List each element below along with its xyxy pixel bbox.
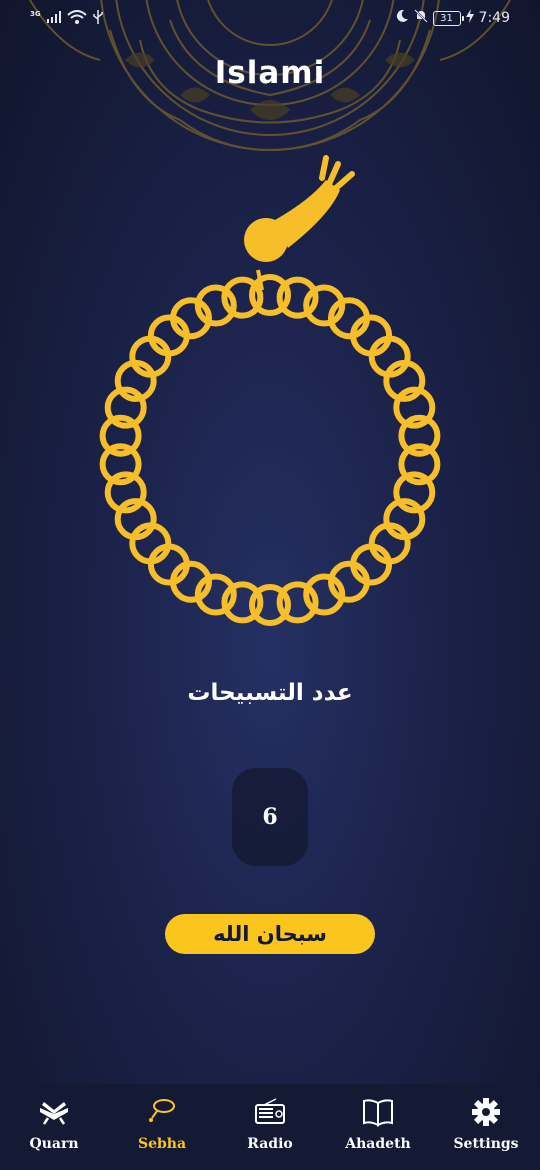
radio-icon (254, 1096, 286, 1128)
nav-label-sebha: Sebha (137, 1136, 187, 1152)
status-right-group: 31 7:49 (395, 9, 510, 27)
nav-label-ahadeth: Ahadeth (345, 1136, 411, 1152)
clock: 7:49 (478, 10, 510, 26)
nav-label-quran: Quarn (29, 1136, 79, 1152)
signal-icon (46, 11, 61, 27)
open-book-icon (362, 1096, 394, 1128)
network-type-label: 3G (30, 10, 41, 18)
nav-item-settings[interactable]: Settings (432, 1084, 540, 1170)
gear-icon (470, 1096, 502, 1128)
quran-book-icon (38, 1096, 70, 1128)
nav-item-radio[interactable]: Radio (216, 1084, 324, 1170)
tasbeeh-button[interactable]: سبحان الله (165, 914, 375, 954)
tasbeeh-count-label: عدد التسبيحات (187, 680, 353, 706)
status-left-group: 3G (30, 10, 103, 28)
bottom-nav: Quarn Sebha Radio Ahadeth Settings (0, 1084, 540, 1170)
charging-icon (465, 9, 474, 27)
nav-label-radio: Radio (247, 1136, 293, 1152)
sebha-tassel (244, 155, 355, 291)
sebha-icon (146, 1096, 178, 1128)
nav-item-quran[interactable]: Quarn (0, 1084, 108, 1170)
nav-item-ahadeth[interactable]: Ahadeth (324, 1084, 432, 1170)
nav-item-sebha[interactable]: Sebha (108, 1084, 216, 1170)
app-title: Islami (214, 55, 326, 91)
mute-bell-icon (413, 9, 428, 27)
usb-icon (92, 10, 103, 28)
sebha-beads[interactable] (90, 150, 450, 630)
nav-label-settings: Settings (453, 1136, 519, 1152)
tasbeeh-counter: 6 (232, 768, 308, 866)
battery-indicator: 31 (432, 10, 464, 26)
moon-icon (395, 9, 409, 27)
status-bar: 3G 31 7:49 (0, 0, 540, 38)
wifi-icon (66, 10, 87, 28)
